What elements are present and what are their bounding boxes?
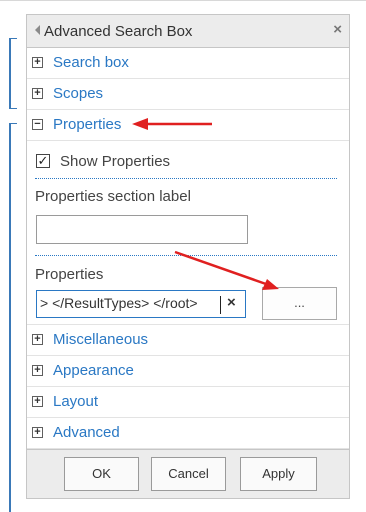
section-label[interactable]: Properties xyxy=(53,116,121,133)
text-caret xyxy=(220,296,221,314)
section-label[interactable]: Layout xyxy=(53,393,98,410)
section-appearance[interactable]: + Appearance xyxy=(27,356,349,387)
properties-section-label-caption: Properties section label xyxy=(35,188,191,205)
show-properties-label[interactable]: Show Properties xyxy=(60,153,170,170)
section-search-box[interactable]: + Search box xyxy=(27,48,349,79)
page-top-border xyxy=(0,0,366,1)
tool-pane: Advanced Search Box × + Search box + Sco… xyxy=(26,14,350,499)
cancel-button[interactable]: Cancel xyxy=(151,457,226,491)
tool-pane-footer: OK Cancel Apply xyxy=(27,449,349,498)
properties-caption: Properties xyxy=(35,266,104,283)
expand-icon[interactable]: + xyxy=(32,57,43,68)
section-label[interactable]: Scopes xyxy=(53,85,103,102)
apply-button[interactable]: Apply xyxy=(240,457,317,491)
close-icon[interactable]: × xyxy=(333,21,342,38)
divider xyxy=(35,255,337,256)
divider xyxy=(35,178,337,179)
tool-pane-title: Advanced Search Box xyxy=(44,23,193,40)
collapse-pane-icon[interactable] xyxy=(35,25,40,35)
properties-section-label-input[interactable] xyxy=(36,215,248,244)
section-advanced[interactable]: + Advanced xyxy=(27,418,349,449)
expand-icon[interactable]: + xyxy=(32,365,43,376)
clear-icon[interactable]: × xyxy=(227,294,236,311)
section-label[interactable]: Search box xyxy=(53,54,129,71)
properties-input[interactable]: > </ResultTypes> </root> × xyxy=(36,290,246,318)
section-layout[interactable]: + Layout xyxy=(27,387,349,418)
show-properties-checkbox[interactable]: ✓ xyxy=(36,154,50,168)
section-properties[interactable]: − Properties xyxy=(27,110,349,141)
page-zone-border-tick xyxy=(9,108,17,109)
page-zone-border-tick xyxy=(9,123,17,124)
page-zone-border-tick xyxy=(9,38,17,39)
properties-input-value: > </ResultTypes> </root> xyxy=(40,295,198,311)
collapse-icon[interactable]: − xyxy=(32,119,43,130)
section-label[interactable]: Appearance xyxy=(53,362,134,379)
expand-icon[interactable]: + xyxy=(32,427,43,438)
properties-section-body: ✓ Show Properties Properties section lab… xyxy=(27,141,349,325)
browse-properties-button[interactable]: ... xyxy=(262,287,337,320)
section-scopes[interactable]: + Scopes xyxy=(27,79,349,110)
page-zone-border xyxy=(9,38,11,109)
page-zone-border xyxy=(9,123,11,512)
ok-button[interactable]: OK xyxy=(64,457,139,491)
section-miscellaneous[interactable]: + Miscellaneous xyxy=(27,325,349,356)
section-label[interactable]: Miscellaneous xyxy=(53,331,148,348)
section-label[interactable]: Advanced xyxy=(53,424,120,441)
tool-pane-titlebar: Advanced Search Box × xyxy=(27,15,349,48)
expand-icon[interactable]: + xyxy=(32,396,43,407)
expand-icon[interactable]: + xyxy=(32,88,43,99)
expand-icon[interactable]: + xyxy=(32,334,43,345)
